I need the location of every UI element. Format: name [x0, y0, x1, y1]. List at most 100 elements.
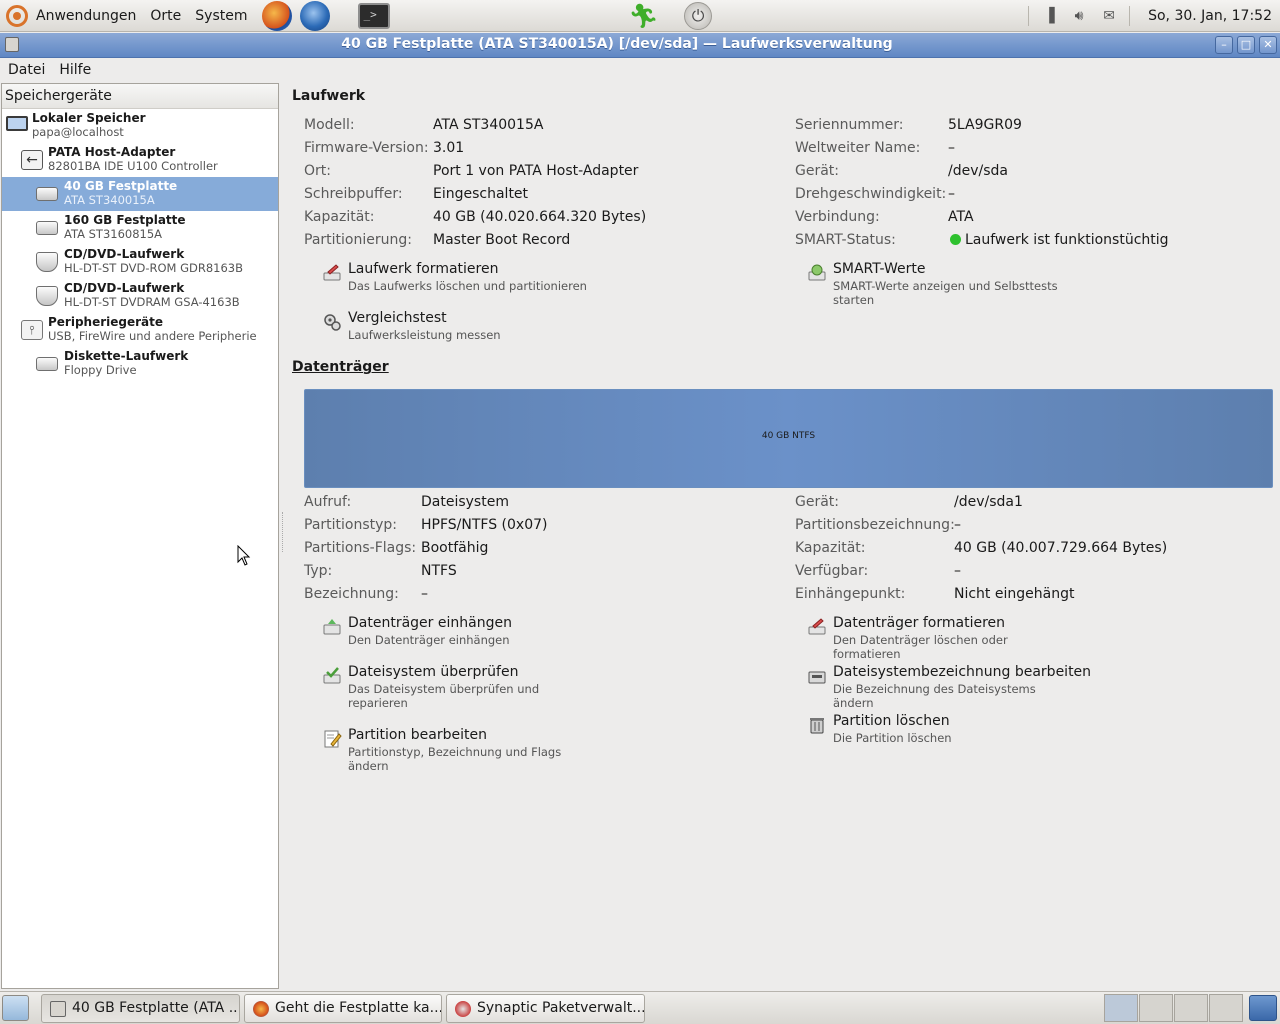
mount-volume-button[interactable]: Datenträger einhängen Den Datenträger ei…: [322, 615, 592, 649]
partition-map-segment[interactable]: 40 GB NTFS: [304, 389, 1273, 488]
maximize-button[interactable]: □: [1237, 36, 1255, 54]
drive-value: /dev/sda: [948, 163, 1008, 179]
synaptic-icon: [455, 1001, 471, 1017]
minimize-button[interactable]: –: [1215, 36, 1233, 54]
sidebar-item-cdrom-1[interactable]: CD/DVD-Laufwerk HL-DT-ST DVD-ROM GDR8163…: [2, 245, 278, 279]
action-label: Dateisystembezeichnung bearbeiten: [833, 664, 1092, 680]
sidebar-item-title: CD/DVD-Laufwerk: [64, 247, 185, 261]
sidebar-header[interactable]: Speichergeräte: [2, 84, 278, 109]
format-drive-button[interactable]: Laufwerk formatieren Das Laufwerks lösch…: [322, 261, 592, 295]
drive-label: Drehgeschwindigkeit:: [795, 186, 947, 202]
volume-label: Bezeichnung:: [304, 586, 399, 602]
volume-label: Kapazität:: [795, 540, 866, 556]
usb-icon: ⫯: [21, 320, 43, 340]
clock[interactable]: So, 30. Jan, 17:52: [1148, 8, 1272, 24]
show-desktop-icon[interactable]: [2, 995, 29, 1021]
action-description: Die Partition löschen: [833, 731, 952, 745]
optical-drive-icon: [36, 286, 58, 306]
system-tray: 🏃︎ ⏻ ▐ 🔊︎ ✉ So, 30. Jan, 17:52: [628, 0, 1280, 32]
window-titlebar[interactable]: 40 GB Festplatte (ATA ST340015A) [/dev/s…: [0, 33, 1280, 58]
firefox-icon: [253, 1001, 269, 1017]
volume-value: –: [421, 586, 428, 602]
running-man-icon[interactable]: 🏃︎: [628, 2, 658, 30]
sidebar-item-floppy[interactable]: Diskette-Laufwerk Floppy Drive: [2, 347, 278, 381]
drive-value: ATA ST340015A: [433, 117, 544, 133]
partition-label: 40 GB NTFS: [761, 431, 816, 441]
smart-data-button[interactable]: SMART-Werte SMART-Werte anzeigen und Sel…: [807, 261, 1077, 307]
taskbar-item-firefox[interactable]: Geht die Festplatte ka...: [244, 994, 442, 1023]
sidebar-item-local-storage[interactable]: Lokaler Speicher papa@localhost: [2, 109, 278, 143]
sidebar-item-disk-160gb[interactable]: 160 GB Festplatte ATA ST3160815A: [2, 211, 278, 245]
menu-places[interactable]: Orte: [150, 8, 181, 24]
trash-applet-icon[interactable]: [1249, 995, 1277, 1021]
taskbar-item-disk-utility[interactable]: 40 GB Festplatte (ATA ...: [41, 994, 240, 1023]
action-label: Dateisystem überprüfen: [348, 664, 519, 680]
delete-partition-button[interactable]: Partition löschen Die Partition löschen: [807, 713, 1077, 747]
drive-label: Ort:: [304, 163, 331, 179]
mouse-pointer-icon: [237, 545, 251, 566]
action-label: Laufwerk formatieren: [348, 261, 499, 277]
disk-utility-icon: [50, 1001, 66, 1017]
sidebar-item-pata-adapter[interactable]: ← PATA Host-Adapter 82801BA IDE U100 Con…: [2, 143, 278, 177]
volume-icon[interactable]: 🔊︎: [1069, 7, 1089, 25]
drive-value: Master Boot Record: [433, 232, 571, 248]
drive-label: Seriennummer:: [795, 117, 904, 133]
drive-label: Partitionierung:: [304, 232, 412, 248]
sidebar-item-subtitle: 82801BA IDE U100 Controller: [48, 159, 218, 173]
taskbar-item-synaptic[interactable]: Synaptic Paketverwalt...: [446, 994, 645, 1023]
drive-label: Verbindung:: [795, 209, 880, 225]
action-label: Vergleichstest: [348, 310, 447, 326]
power-icon[interactable]: ⏻: [684, 2, 713, 30]
action-description: Den Datenträger löschen oder formatieren: [833, 633, 1008, 661]
workspace-4[interactable]: [1209, 994, 1243, 1022]
menu-applications[interactable]: Anwendungen: [36, 8, 136, 24]
edit-partition-button[interactable]: Partition bearbeiten Partitionstyp, Beze…: [322, 727, 592, 775]
host-adapter-icon: ←: [21, 150, 43, 170]
menu-help[interactable]: Hilfe: [59, 62, 91, 78]
check-filesystem-button[interactable]: Dateisystem überprüfen Das Dateisystem ü…: [322, 664, 592, 712]
window-title: 40 GB Festplatte (ATA ST340015A) [/dev/s…: [341, 36, 893, 52]
action-label: Datenträger einhängen: [348, 615, 512, 631]
volume-value: Bootfähig: [421, 540, 489, 556]
volume-value: –: [954, 563, 961, 579]
workspace-1[interactable]: [1104, 994, 1138, 1022]
network-signal-icon[interactable]: ▐: [1039, 7, 1059, 25]
smart-status-value: Laufwerk ist funktionstüchtig: [950, 232, 1169, 248]
close-button[interactable]: ✕: [1259, 36, 1277, 54]
volume-value: NTFS: [421, 563, 457, 579]
format-volume-icon: [808, 618, 826, 635]
terminal-launcher-icon[interactable]: _>: [357, 2, 390, 29]
action-description: Das Laufwerks löschen und partitionieren: [348, 279, 587, 293]
menubar: Datei Hilfe: [0, 58, 1280, 81]
sidebar-item-title: Diskette-Laufwerk: [64, 349, 189, 363]
drive-value: 3.01: [433, 140, 465, 156]
sidebar-item-disk-40gb[interactable]: 40 GB Festplatte ATA ST340015A: [2, 177, 278, 211]
floppy-drive-icon: [36, 357, 58, 371]
task-label: Geht die Festplatte ka...: [275, 1000, 442, 1016]
bottom-panel: 40 GB Festplatte (ATA ... Geht die Festp…: [0, 991, 1280, 1024]
action-description: Den Datenträger einhängen: [348, 633, 510, 647]
edit-filesystem-label-button[interactable]: Dateisystembezeichnung bearbeiten Die Be…: [807, 664, 1097, 710]
optical-drive-icon: [36, 252, 58, 272]
benchmark-button[interactable]: Vergleichstest Laufwerksleistung messen: [322, 310, 592, 344]
action-description: SMART-Werte anzeigen und Selbsttests sta…: [833, 279, 1058, 307]
drive-value: ATA: [948, 209, 974, 225]
smart-data-icon: [808, 264, 826, 281]
hard-disk-icon: [36, 221, 58, 235]
volume-value: 40 GB (40.007.729.664 Bytes): [954, 540, 1168, 556]
firefox-launcher-icon[interactable]: [261, 0, 292, 31]
drive-label: SMART-Status:: [795, 232, 896, 248]
smart-ok-icon: [950, 234, 961, 245]
menu-file[interactable]: Datei: [8, 62, 45, 78]
sidebar-item-title: Lokaler Speicher: [32, 111, 146, 125]
edit-label-icon: [808, 671, 826, 684]
workspace-2[interactable]: [1139, 994, 1173, 1022]
format-volume-button[interactable]: Datenträger formatieren Den Datenträger …: [807, 615, 1077, 661]
sidebar-item-peripherals[interactable]: ⫯ Peripheriegeräte USB, FireWire und and…: [2, 313, 278, 347]
sidebar-item-cdrom-2[interactable]: CD/DVD-Laufwerk HL-DT-ST DVDRAM GSA-4163…: [2, 279, 278, 313]
thunderbird-launcher-icon[interactable]: [299, 0, 330, 31]
menu-system[interactable]: System: [195, 8, 247, 24]
drive-value: 5LA9GR09: [948, 117, 1022, 133]
mail-icon[interactable]: ✉: [1099, 7, 1119, 25]
workspace-3[interactable]: [1174, 994, 1208, 1022]
